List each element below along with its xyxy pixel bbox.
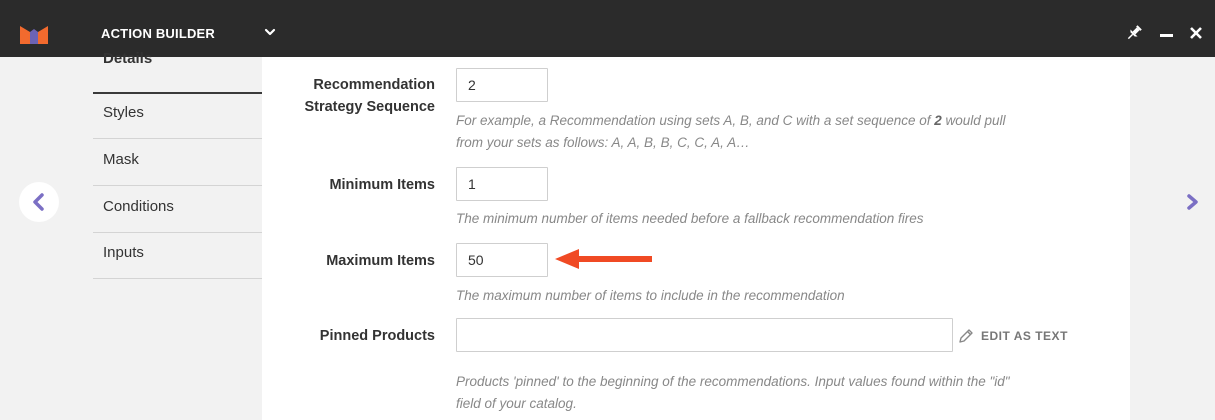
- sidebar-item-mask[interactable]: Mask: [93, 139, 262, 186]
- strategy-sequence-label: Recommendation Strategy Sequence: [304, 77, 435, 115]
- left-gutter: [0, 57, 80, 420]
- details-form: Recommendation Strategy Sequence 2 For e…: [262, 57, 1130, 420]
- pinned-products-input[interactable]: [456, 318, 953, 352]
- app-title: ACTION BUILDER: [101, 26, 216, 41]
- previous-button[interactable]: [19, 182, 59, 222]
- red-arrow-icon: [555, 249, 652, 269]
- sidebar: Details Styles Mask Conditions Inputs: [80, 50, 262, 420]
- maximum-items-help: The maximum number of items to include i…: [456, 288, 845, 303]
- chevron-left-icon: [33, 193, 44, 211]
- minimize-icon[interactable]: [1160, 34, 1173, 37]
- sidebar-item-label: Inputs: [103, 244, 144, 261]
- minimum-items-label: Minimum Items: [329, 177, 435, 193]
- minimum-items-help: The minimum number of items needed befor…: [456, 211, 924, 226]
- edit-as-text-button[interactable]: EDIT AS TEXT: [958, 325, 1068, 347]
- sidebar-item-inputs[interactable]: Inputs: [93, 232, 262, 279]
- sidebar-item-label: Styles: [103, 104, 144, 121]
- pin-icon[interactable]: [1125, 24, 1143, 42]
- sidebar-item-label: Details: [103, 50, 153, 67]
- sidebar-item-styles[interactable]: Styles: [93, 92, 262, 139]
- maximum-items-input[interactable]: 50: [456, 243, 548, 277]
- strategy-sequence-help: For example, a Recommendation using sets…: [456, 113, 1006, 150]
- pinned-products-help: Products 'pinned' to the beginning of th…: [456, 374, 1010, 411]
- sidebar-item-label: Conditions: [103, 198, 174, 215]
- sidebar-item-conditions[interactable]: Conditions: [93, 186, 262, 233]
- close-icon[interactable]: [1188, 25, 1204, 41]
- minimum-items-input[interactable]: 1: [456, 167, 548, 201]
- sidebar-item-label: Mask: [103, 151, 139, 168]
- chevron-right-icon[interactable]: [1183, 190, 1203, 214]
- pencil-icon: [959, 329, 973, 343]
- strategy-sequence-input[interactable]: 2: [456, 68, 548, 102]
- right-gutter: [1130, 57, 1215, 420]
- pinned-products-label: Pinned Products: [319, 328, 435, 344]
- maximum-items-label: Maximum Items: [326, 253, 435, 269]
- sidebar-item-details[interactable]: Details: [93, 47, 262, 94]
- chevron-down-icon[interactable]: [260, 22, 280, 42]
- brand-logo-icon: [20, 26, 48, 44]
